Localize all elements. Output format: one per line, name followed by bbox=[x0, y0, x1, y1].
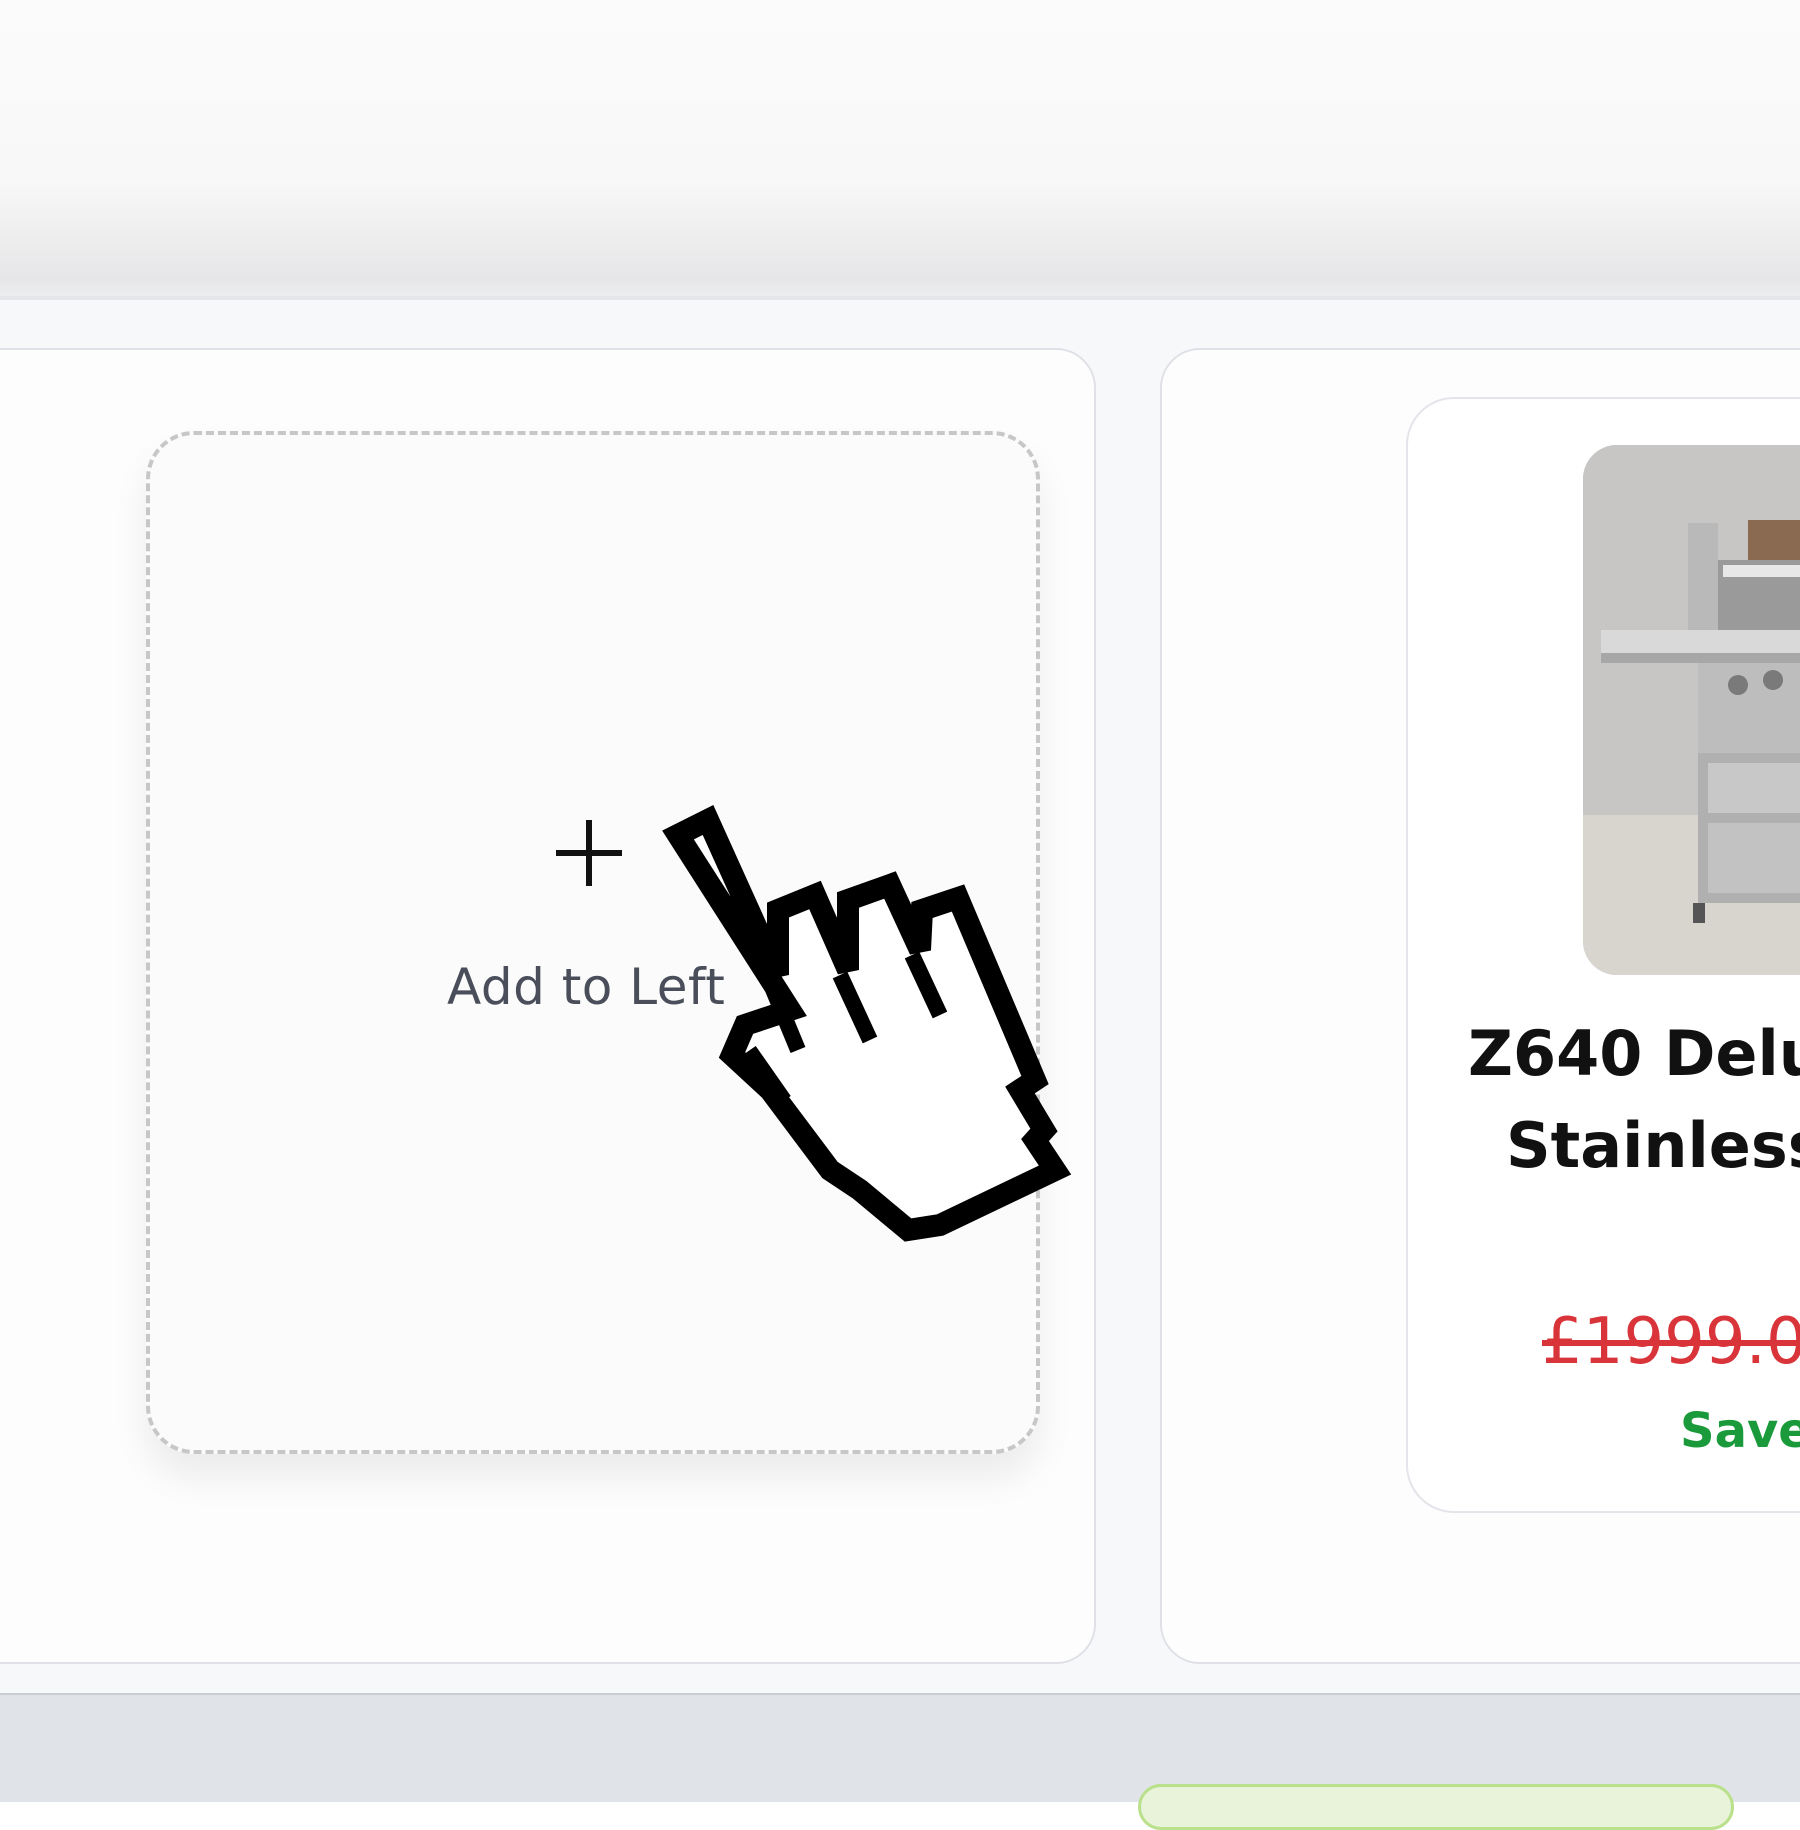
add-to-left-slot[interactable] bbox=[146, 431, 1040, 1454]
bottom-action-button[interactable] bbox=[1138, 1784, 1734, 1830]
add-to-left-label[interactable]: Add to Left bbox=[447, 958, 725, 1016]
plus-icon[interactable] bbox=[556, 820, 622, 886]
product-title-line-1[interactable]: Z640 Delu bbox=[1468, 1017, 1800, 1090]
product-title-line-2[interactable]: Stainless bbox=[1468, 1100, 1800, 1192]
product-image[interactable] bbox=[1583, 445, 1800, 975]
savings-text: Save bbox=[1680, 1403, 1800, 1459]
original-price: £1999.0 bbox=[1542, 1305, 1800, 1379]
page-header-area bbox=[0, 0, 1800, 300]
grill-illustration bbox=[1583, 445, 1800, 975]
product-title[interactable]: Z640 Delu Stainless bbox=[1468, 1008, 1800, 1192]
